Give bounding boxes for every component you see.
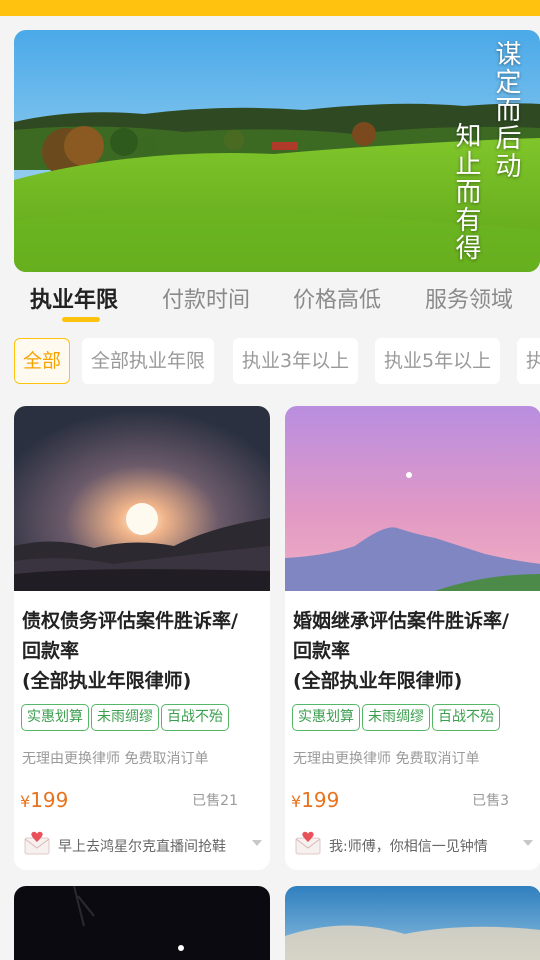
tag-badge: 百战不殆 — [432, 704, 500, 731]
filter-all[interactable]: 全部 — [14, 338, 71, 384]
card-price: ¥199 — [20, 788, 68, 812]
sort-tabs: 执业年限 付款时间 价格高低 服务领域 — [0, 282, 540, 322]
product-card-partial[interactable] — [285, 886, 540, 960]
filter-3-years[interactable]: 执业3年以上 — [233, 338, 359, 384]
chevron-down-icon[interactable] — [523, 840, 533, 846]
card-guarantee-text: 无理由更换律师 免费取消订单 — [22, 751, 209, 767]
filter-more[interactable]: 执 — [517, 338, 540, 384]
card-title-line: 回款率 — [22, 640, 80, 662]
card-title-line: 债权债务评估案件胜诉率/ — [22, 610, 238, 632]
card-tags: 实惠划算 未雨绸缪 百战不殆 — [21, 704, 231, 731]
tag-badge: 实惠划算 — [21, 704, 89, 731]
filter-all-years[interactable]: 全部执业年限 — [82, 338, 215, 384]
filter-5-years[interactable]: 执业5年以上 — [375, 338, 501, 384]
card-sold-count: 已售21 — [192, 793, 238, 809]
price-value: 199 — [301, 788, 340, 812]
product-card-partial[interactable] — [14, 886, 270, 960]
tab-practice-years[interactable]: 执业年限 — [30, 282, 118, 314]
card-title: 债权债务评估案件胜诉率/ 回款率 (全部执业年限律师) — [22, 606, 266, 696]
card-image-mountain — [285, 406, 540, 591]
price-value: 199 — [30, 788, 69, 812]
active-tab-indicator — [62, 317, 100, 322]
banner-slogan-2: 知止而有得 — [451, 122, 481, 262]
card-title-line: 回款率 — [293, 640, 351, 662]
hero-banner[interactable]: 谋定而后动 知止而有得 — [14, 30, 540, 272]
card-tags: 实惠划算 未雨绸缪 百战不殆 — [292, 704, 502, 731]
tab-service-area[interactable]: 服务领域 — [425, 282, 513, 314]
card-title: 婚姻继承评估案件胜诉率/ 回款率 (全部执业年限律师) — [293, 606, 537, 696]
card-title-line: (全部执业年限律师) — [22, 670, 192, 692]
love-letter-icon — [295, 831, 321, 855]
card-footer[interactable]: 我:师傅，你相信一见钟情 — [285, 830, 540, 868]
chevron-down-icon[interactable] — [252, 840, 262, 846]
tag-badge: 百战不殆 — [161, 704, 229, 731]
card-footer[interactable]: 早上去鸿星尔克直播间抢鞋 — [14, 830, 270, 868]
banner-slogan-1: 谋定而后动 — [491, 40, 521, 180]
currency-symbol: ¥ — [291, 792, 302, 811]
tab-price[interactable]: 价格高低 — [293, 282, 381, 314]
filter-chips: 全部 全部执业年限 执业3年以上 执业5年以上 执 — [14, 338, 540, 384]
product-card[interactable]: 婚姻继承评估案件胜诉率/ 回款率 (全部执业年限律师) 实惠划算 未雨绸缪 百战不殆… — [285, 406, 540, 870]
card-image-sunset — [14, 406, 270, 591]
card-footer-text: 早上去鸿星尔克直播间抢鞋 — [58, 839, 226, 855]
product-card[interactable]: 债权债务评估案件胜诉率/ 回款率 (全部执业年限律师) 实惠划算 未雨绸缪 百战不殆… — [14, 406, 270, 870]
tag-badge: 未雨绸缪 — [91, 704, 159, 731]
tab-payment-time[interactable]: 付款时间 — [162, 282, 250, 314]
love-letter-icon — [24, 831, 50, 855]
card-price: ¥199 — [291, 788, 339, 812]
card-image-night — [14, 886, 270, 960]
card-sold-count: 已售3 — [472, 793, 509, 809]
currency-symbol: ¥ — [20, 792, 31, 811]
card-title-line: (全部执业年限律师) — [293, 670, 463, 692]
card-title-line: 婚姻继承评估案件胜诉率/ — [293, 610, 509, 632]
tag-badge: 实惠划算 — [292, 704, 360, 731]
card-guarantee-text: 无理由更换律师 免费取消订单 — [293, 751, 480, 767]
card-image-sky — [285, 886, 540, 960]
tag-badge: 未雨绸缪 — [362, 704, 430, 731]
status-bar — [0, 0, 540, 16]
card-footer-text: 我:师傅，你相信一见钟情 — [329, 839, 488, 855]
